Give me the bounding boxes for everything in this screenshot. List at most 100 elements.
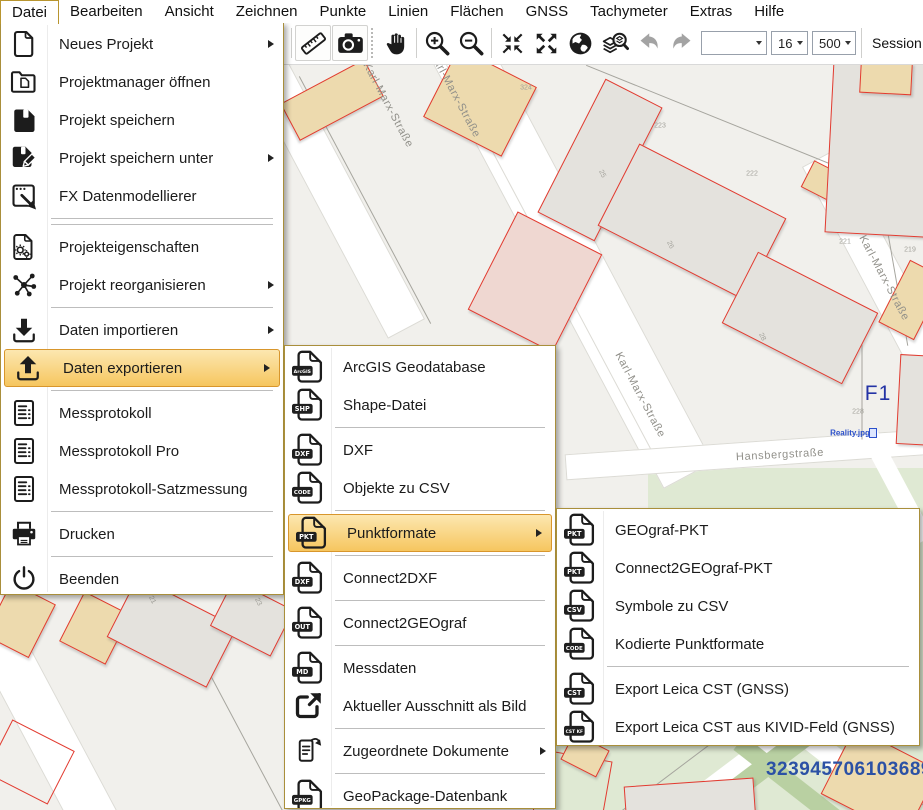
menu-item-label: FX Datenmodellierer: [47, 188, 197, 205]
menu-item-zugeordnete-dokumente[interactable]: Zugeordnete Dokumente: [285, 732, 555, 770]
menu-item-messprotokoll-satzmessung[interactable]: Messprotokoll-Satzmessung: [1, 470, 283, 508]
menu-item-projekt-speichern[interactable]: Projekt speichern: [1, 101, 283, 139]
svg-text:PKT: PKT: [567, 567, 582, 575]
filetype-icon: CST: [564, 671, 597, 708]
menu-item-icon: [9, 29, 39, 59]
menu-item-projektmanager-öffnen[interactable]: Projektmanager öffnen: [1, 63, 283, 101]
menu-item-label: Objekte zu CSV: [331, 480, 450, 497]
filetype-icon: CODE: [292, 470, 325, 507]
menu-item-projekt-speichern-unter[interactable]: Projekt speichern unter: [1, 139, 283, 177]
menu-item-icon-slot: [5, 353, 51, 383]
menu-item-label: Symbole zu CSV: [603, 598, 728, 615]
menu-item-label: Shape-Datei: [331, 397, 426, 414]
svg-text:DXF: DXF: [294, 449, 309, 457]
menubar-item-flächen[interactable]: Flächen: [439, 0, 514, 23]
menu-item-label: Aktueller Ausschnitt als Bild: [331, 698, 526, 715]
menu-item-projekt-reorganisieren[interactable]: Projekt reorganisieren: [1, 266, 283, 304]
zoom-extents-icon[interactable]: [529, 25, 563, 61]
menu-item-icon: [9, 181, 39, 211]
menu-separator: [51, 511, 273, 512]
layer-search-icon[interactable]: [597, 25, 631, 61]
menu-item-export-leica-cst-aus-kivid-feld-gnss[interactable]: CST KF Export Leica CST aus KIVID-Feld (…: [557, 708, 919, 745]
undo-icon[interactable]: [631, 25, 665, 61]
menu-item-drucken[interactable]: Drucken: [1, 515, 283, 553]
chevron-down-icon: [797, 41, 803, 45]
menu-item-daten-exportieren[interactable]: Daten exportieren: [4, 349, 280, 387]
menu-item-icon: [9, 519, 39, 549]
menubar-item-linien[interactable]: Linien: [377, 0, 439, 23]
menu-item-neues-projekt[interactable]: Neues Projekt: [1, 25, 283, 63]
menubar-item-extras[interactable]: Extras: [679, 0, 744, 23]
submenu-arrow-icon: [268, 326, 274, 334]
menubar-item-ansicht[interactable]: Ansicht: [154, 0, 225, 23]
menu-item-export-leica-cst-gnss[interactable]: CST Export Leica CST (GNSS): [557, 670, 919, 708]
menu-item-shape-datei[interactable]: SHP Shape-Datei: [285, 386, 555, 424]
menu-item-beenden[interactable]: Beenden: [1, 560, 283, 594]
menu-item-arcgis-geodatabase[interactable]: ArcGIS ArcGIS Geodatabase: [285, 348, 555, 386]
menubar-item-gnss[interactable]: GNSS: [515, 0, 580, 23]
building: [280, 59, 384, 141]
zoom-fit-icon[interactable]: [495, 25, 529, 61]
menu-separator: [335, 510, 545, 511]
menubar-item-zeichnen[interactable]: Zeichnen: [225, 0, 309, 23]
menu-item-symbole-zu-csv[interactable]: CSV Symbole zu CSV: [557, 587, 919, 625]
menu-item-label: DXF: [331, 442, 373, 459]
menu-item-icon-slot: MD: [285, 650, 331, 687]
menu-item-messdaten[interactable]: MD Messdaten: [285, 649, 555, 687]
menu-item-connect2geograf-pkt[interactable]: PKT Connect2GEOgraf-PKT: [557, 549, 919, 587]
menubar-item-punkte[interactable]: Punkte: [309, 0, 378, 23]
menu-item-icon: [9, 232, 39, 262]
menu-item-icon-slot: PKT: [557, 550, 603, 587]
menu-item-label: Projekteigenschaften: [47, 239, 199, 256]
menu-item-connect2geograf[interactable]: OUT Connect2GEOgraf: [285, 604, 555, 642]
world-view-icon[interactable]: [563, 25, 597, 61]
menu-item-punktformate[interactable]: PKT Punktformate: [288, 514, 552, 552]
menu-item-icon-slot: PKT: [557, 512, 603, 549]
menubar-item-bearbeiten[interactable]: Bearbeiten: [59, 0, 154, 23]
menu-item-dxf[interactable]: DXF DXF: [285, 431, 555, 469]
menu-item-messprotokoll-pro[interactable]: Messprotokoll Pro: [1, 432, 283, 470]
menu-item-label: Daten importieren: [47, 322, 178, 339]
menu-item-daten-importieren[interactable]: Daten importieren: [1, 311, 283, 349]
menu-item-geopackage-datenbank[interactable]: GPKG GeoPackage-Datenbank: [285, 777, 555, 808]
menubar-item-tachymeter[interactable]: Tachymeter: [579, 0, 679, 23]
svg-text:ArcGIS: ArcGIS: [293, 368, 310, 374]
snapshot-icon[interactable]: [332, 25, 368, 61]
zoom-out-icon[interactable]: [454, 25, 488, 61]
menu-item-icon-slot: [1, 181, 47, 211]
menu-item-icon: [9, 436, 39, 466]
filetype-icon: CST KF: [564, 709, 597, 746]
menubar-item-hilfe[interactable]: Hilfe: [743, 0, 795, 23]
scale-combo[interactable]: 500: [812, 31, 856, 55]
menu-item-aktueller-ausschnitt-als-bild[interactable]: Aktueller Ausschnitt als Bild: [285, 687, 555, 725]
menu-item-label: Export Leica CST aus KIVID-Feld (GNSS): [603, 719, 895, 736]
menu-item-objekte-zu-csv[interactable]: CODE Objekte zu CSV: [285, 469, 555, 507]
zoom-in-icon[interactable]: [420, 25, 454, 61]
menu-item-label: Connect2GEOgraf: [331, 615, 466, 632]
svg-text:GPKG: GPKG: [293, 797, 311, 803]
menu-item-connect2dxf[interactable]: DXF Connect2DXF: [285, 559, 555, 597]
menu-item-icon-slot: [1, 315, 47, 345]
menu-item-projekteigenschaften[interactable]: Projekteigenschaften: [1, 228, 283, 266]
toolbar-separator: [861, 28, 862, 58]
menu-item-icon-slot: [1, 143, 47, 173]
scale-combo-value: 500: [819, 36, 841, 51]
menu-item-fx-datenmodellierer[interactable]: FX Datenmodellierer: [1, 177, 283, 215]
menu-item-icon: [9, 398, 39, 428]
menu-item-icon-slot: CST KF: [557, 709, 603, 746]
menu-item-label: Export Leica CST (GNSS): [603, 681, 789, 698]
menu-item-messprotokoll[interactable]: Messprotokoll: [1, 394, 283, 432]
empty-combo[interactable]: [701, 31, 767, 55]
map-image-marker: [869, 428, 877, 438]
menu-item-geograf-pkt[interactable]: PKT GEOgraf-PKT: [557, 511, 919, 549]
menu-item-label: Drucken: [47, 526, 115, 543]
size-combo[interactable]: 16: [771, 31, 808, 55]
measure-icon[interactable]: [295, 25, 331, 61]
menubar-item-datei[interactable]: Datei: [0, 0, 59, 24]
menu-item-kodierte-punktformate[interactable]: CODE Kodierte Punktformate: [557, 625, 919, 663]
redo-icon[interactable]: [665, 25, 699, 61]
menu-item-icon: [9, 474, 39, 504]
menu-item-icon: [13, 353, 43, 383]
toolbar-separator: [291, 28, 292, 58]
pan-icon[interactable]: [379, 25, 413, 61]
